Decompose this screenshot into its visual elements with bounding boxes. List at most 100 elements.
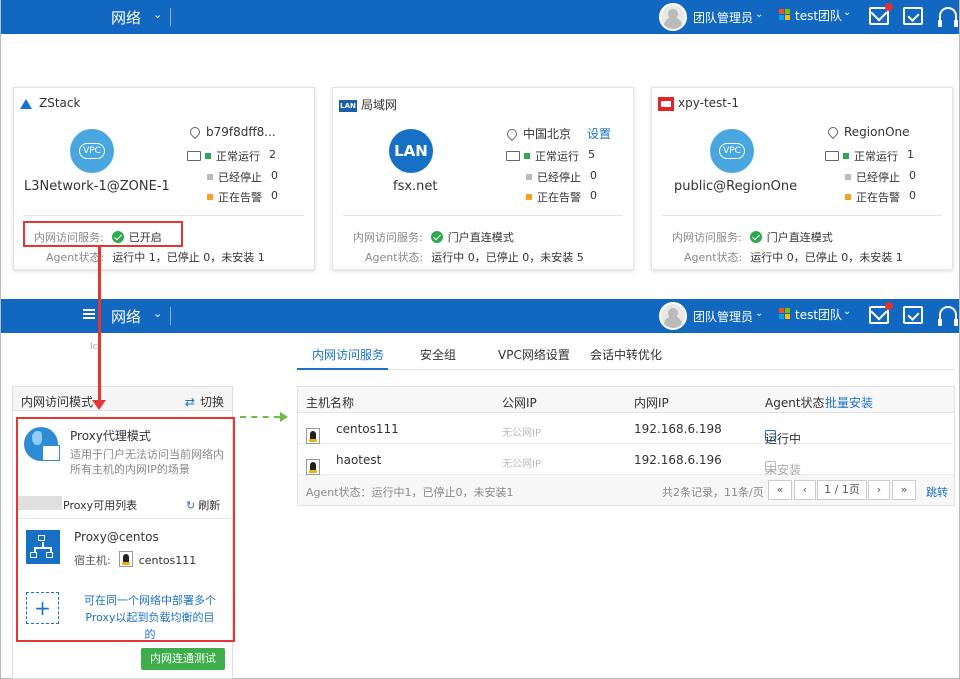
card-divider: [662, 215, 942, 216]
team-name: test团队: [795, 308, 843, 322]
vpc-icon: VPC: [710, 129, 754, 173]
network-card-openstack[interactable]: xpy-test-1 VPC public@RegionOne RegionOn…: [651, 87, 953, 270]
tab-security-group[interactable]: 安全组: [420, 346, 456, 363]
card-divider: [24, 215, 304, 216]
stat-running: 正常运行 5: [506, 148, 606, 164]
card-title: xpy-test-1: [658, 96, 739, 111]
stat-stopped: 已经停止 0: [845, 169, 925, 185]
team-logo-icon: [779, 308, 791, 320]
col-public-ip: 公网IP: [502, 396, 537, 410]
host-table: 主机名称 公网IP 内网IP Agent状态 批量安装 centos111 无公…: [297, 386, 955, 506]
private-ip: 192.168.6.196: [634, 453, 722, 467]
stat-alarm: 正在告警 0: [526, 189, 606, 205]
highlight-box-proxy: [16, 417, 235, 642]
nav-divider: [170, 307, 171, 325]
agent-summary: Agent状态：运行中1，已停止0，未安装1: [306, 486, 514, 499]
menu-icon[interactable]: [83, 309, 95, 319]
notification-dot: [885, 302, 893, 310]
public-ip: 无公网IP: [502, 428, 541, 439]
vpc-icon: VPC: [70, 129, 114, 173]
top-navbar-2: 网络 ⌄ 团队管理员 ⌄ test团队 ⌄: [1, 299, 959, 333]
record-count: 共2条记录，11条/页: [662, 486, 764, 499]
highlight-box-service: [23, 221, 183, 247]
private-ip: 192.168.6.198: [634, 422, 722, 436]
user-name: 团队管理员: [693, 11, 754, 25]
location: RegionOne: [825, 124, 910, 140]
card-divider: [343, 215, 623, 216]
stat-stopped: 已经停止 0: [207, 169, 287, 185]
network-name: fsx.net: [393, 179, 438, 194]
chevron-down-icon[interactable]: ⌄: [153, 307, 162, 320]
notification-dot: [885, 3, 893, 11]
connector-arrow: [240, 416, 280, 418]
table-row[interactable]: centos111 无公网IP 192.168.6.198 运行中: [298, 414, 954, 446]
network-name: public@RegionOne: [674, 179, 798, 194]
location-pin-icon: [187, 124, 203, 140]
location: b79f8dff8...: [187, 124, 276, 140]
panel-header: 内网访问模式 ⇄ 切换: [13, 387, 232, 411]
mail-icon[interactable]: [869, 302, 893, 324]
stat-alarm: 正在告警 0: [207, 189, 287, 205]
table-header: 主机名称 公网IP 内网IP Agent状态 批量安装: [298, 387, 954, 413]
openstack-logo-icon: [658, 96, 674, 111]
headset-icon[interactable]: [938, 306, 958, 326]
table-footer: Agent状态：运行中1，已停止0，未安装1 共2条记录，11条/页 « ‹ 1…: [298, 475, 954, 505]
tab-bar: 内网访问服务 安全组 VPC网络设置 会话中转优化: [297, 338, 955, 370]
service-status: 内网访问服务: 门户直连模式: [672, 231, 833, 244]
last-page-button[interactable]: »: [892, 480, 916, 500]
card-title: ZStack: [20, 96, 80, 110]
stat-stopped: 已经停止 0: [526, 169, 606, 185]
prev-page-button[interactable]: ‹: [794, 480, 816, 500]
mail-icon[interactable]: [869, 3, 893, 25]
col-private-ip: 内网IP: [634, 396, 669, 410]
host-name: centos111: [336, 422, 399, 436]
switch-button[interactable]: ⇄ 切换: [185, 393, 224, 410]
task-check-icon[interactable]: [903, 7, 923, 25]
location: 中国北京 设置: [504, 125, 611, 142]
connector-arrow-head: [280, 412, 288, 422]
card-title: LAN 局域网: [339, 98, 398, 112]
connectivity-test-button[interactable]: 内网连通测试: [141, 648, 225, 670]
tab-vpc-settings[interactable]: VPC网络设置: [498, 346, 570, 363]
table-row[interactable]: haotest 无公网IP 192.168.6.196 未安装: [298, 445, 954, 477]
first-page-button[interactable]: «: [768, 480, 792, 500]
annotation-arrow: [98, 247, 101, 400]
location-pin-icon: [504, 126, 520, 142]
team-logo-icon: [779, 9, 791, 21]
stat-alarm: 正在告警 0: [845, 189, 925, 205]
page-indicator[interactable]: 1 / 1页: [817, 480, 867, 500]
nav-divider: [170, 8, 171, 26]
panel-title: 内网访问模式: [21, 395, 94, 409]
service-status: 内网访问服务: 门户直连模式: [353, 231, 514, 244]
jump-link[interactable]: 跳转: [926, 484, 948, 500]
location-pin-icon: [825, 124, 841, 140]
chevron-down-icon: ⌄: [843, 306, 852, 317]
avatar: [659, 3, 687, 31]
stat-running: 正常运行 1: [825, 148, 925, 164]
chevron-down-icon: ⌄: [843, 7, 852, 18]
swap-icon: ⇄: [184, 395, 195, 409]
tab-session-relay[interactable]: 会话中转优化: [590, 346, 662, 363]
team-name: test团队: [795, 9, 843, 23]
check-circle-icon: [749, 231, 762, 243]
check-circle-icon: [430, 231, 443, 243]
batch-install-link[interactable]: 批量安装: [825, 394, 873, 411]
network-card-lan[interactable]: LAN 局域网 LAN fsx.net 中国北京 设置 正常运行 5 已经停止 0 正在…: [332, 87, 634, 270]
host-name: haotest: [336, 453, 382, 467]
network-name: L3Network-1@ZONE-1: [24, 179, 170, 194]
chevron-down-icon: ⌄: [755, 9, 764, 20]
nav-title[interactable]: 网络: [111, 7, 141, 28]
tab-intranet-access[interactable]: 内网访问服务: [312, 346, 384, 363]
col-agent: Agent状态: [765, 396, 825, 410]
monitor-icon: [187, 151, 201, 161]
next-page-button[interactable]: ›: [868, 480, 890, 500]
headset-icon[interactable]: [938, 7, 958, 27]
settings-link[interactable]: 设置: [587, 127, 611, 141]
agent-status: Agent状态: 运行中 0，已停止 0，未安装 1: [684, 251, 903, 264]
task-check-icon[interactable]: [903, 306, 923, 324]
col-host: 主机名称: [306, 396, 355, 410]
monitor-icon: [825, 151, 839, 161]
agent-status: Agent状态: 运行中 0，已停止 0，未安装 5: [365, 251, 584, 264]
nav-title[interactable]: 网络: [111, 306, 141, 327]
chevron-down-icon[interactable]: ⌄: [153, 8, 162, 21]
